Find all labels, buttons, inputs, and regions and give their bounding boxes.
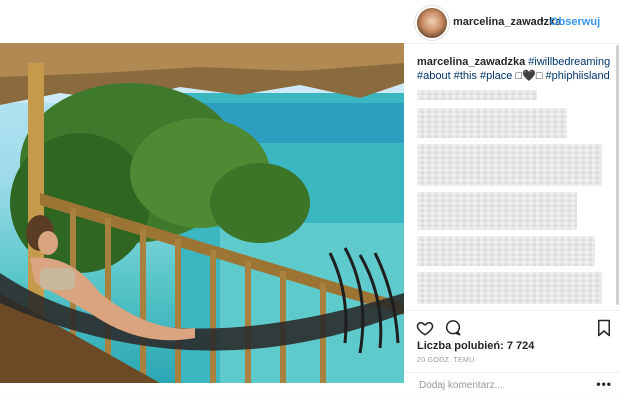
- likes-count[interactable]: Liczba polubień: 7 724: [417, 340, 534, 352]
- blurred-comment: [417, 236, 595, 266]
- more-options-button[interactable]: •••: [596, 377, 612, 391]
- avatar[interactable]: [415, 6, 449, 40]
- action-bar: [404, 310, 620, 341]
- caption-username[interactable]: marcelina_zawadzka: [417, 56, 525, 68]
- post-photo[interactable]: [0, 43, 404, 383]
- header-username[interactable]: marcelina_zawadzka: [453, 16, 561, 28]
- instagram-post-embed: marcelina_zawadzka • Obserwuj marcelina_…: [0, 0, 620, 397]
- comment-icon[interactable]: [444, 319, 462, 337]
- hashtags-about-this-place[interactable]: #about #this #place: [417, 70, 512, 82]
- hashtag-phiphiisland[interactable]: #phiphiisland: [546, 70, 610, 82]
- post-side-panel: marcelina_zawadzka • Obserwuj marcelina_…: [404, 0, 620, 397]
- post-timestamp: 20 GODZ. TEMU: [417, 357, 475, 364]
- scrollbar[interactable]: [616, 45, 619, 305]
- comment-bar: •••: [404, 372, 620, 398]
- post-caption: marcelina_zawadzka #iwillbedreaming #abo…: [417, 55, 613, 83]
- blurred-comment: [417, 108, 567, 138]
- post-header: marcelina_zawadzka • Obserwuj: [404, 0, 620, 44]
- blurred-comment: [417, 144, 602, 186]
- blurred-comment: [417, 90, 537, 100]
- photo-illustration: [0, 43, 404, 383]
- comment-input[interactable]: [417, 379, 591, 392]
- follow-button[interactable]: Obserwuj: [550, 16, 600, 28]
- bookmark-icon[interactable]: [596, 319, 614, 337]
- hashtag-iwillbedreaming[interactable]: #iwillbedreaming: [528, 56, 610, 68]
- blurred-comment: [417, 192, 577, 230]
- emoji-text: □🖤□: [515, 70, 543, 82]
- heart-icon[interactable]: [416, 319, 434, 337]
- separator-dot: •: [540, 15, 544, 27]
- blurred-comment: [417, 272, 602, 304]
